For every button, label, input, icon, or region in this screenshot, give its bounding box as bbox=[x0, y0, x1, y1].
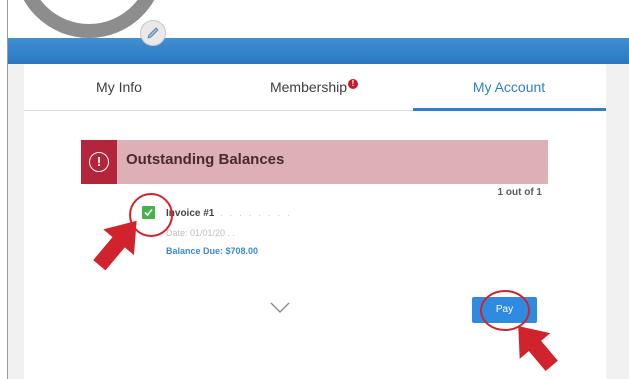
tab-my-account[interactable]: My Account bbox=[412, 66, 606, 108]
chevron-down-icon[interactable] bbox=[270, 301, 290, 319]
profile-tabs: My Info Membership! My Account bbox=[24, 66, 606, 111]
arrow-pointer-icon bbox=[509, 318, 561, 379]
alert-circle-icon: ! bbox=[89, 152, 109, 172]
balances-title: Outstanding Balances bbox=[126, 151, 285, 168]
outstanding-balances-header: ! Outstanding Balances bbox=[81, 140, 548, 184]
invoice-date: Date: 01/01/20 . . bbox=[166, 228, 236, 238]
header-band bbox=[8, 38, 629, 64]
balance-due: Balance Due: $708.00 bbox=[166, 246, 259, 256]
tab-my-info[interactable]: My Info bbox=[64, 66, 174, 108]
invoice-obscured-id: . . . . . . . . bbox=[220, 208, 292, 219]
tab-my-info-label: My Info bbox=[96, 79, 142, 95]
arrow-pointer-icon bbox=[92, 212, 144, 279]
notification-badge: ! bbox=[348, 79, 359, 89]
active-tab-indicator bbox=[413, 108, 606, 111]
tab-membership-label: Membership bbox=[269, 79, 348, 95]
pagination-count: 1 out of 1 bbox=[497, 187, 542, 198]
edit-avatar-button[interactable] bbox=[140, 20, 166, 46]
tab-my-account-label: My Account bbox=[472, 79, 546, 95]
alert-panel: ! bbox=[81, 140, 117, 184]
tab-membership[interactable]: Membership! bbox=[224, 66, 404, 108]
invoice-title: Invoice #1 bbox=[166, 208, 215, 219]
